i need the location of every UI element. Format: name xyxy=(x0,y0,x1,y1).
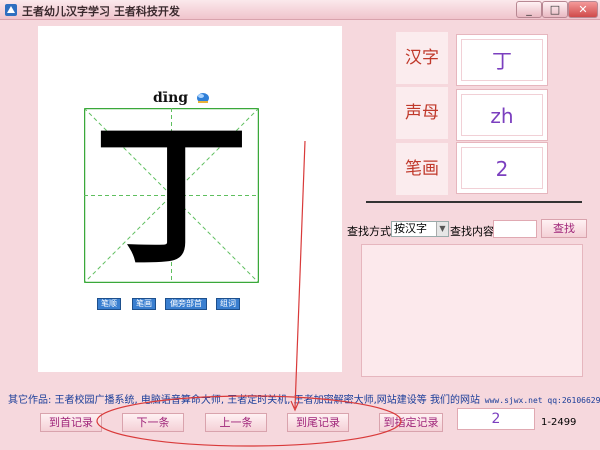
initial-label: 声母 xyxy=(396,87,448,139)
initial-value: zh xyxy=(490,104,514,128)
search-content-label: 查找内容 xyxy=(450,225,494,238)
search-button[interactable]: 查找 xyxy=(541,219,587,238)
hanzi-value: 丁 xyxy=(492,49,512,73)
next-button[interactable]: 下一条 xyxy=(122,413,184,432)
title-bar: 王者幼儿汉字学习 王者科技开发 _ □ ✕ xyxy=(0,0,600,20)
results-area[interactable] xyxy=(361,244,583,377)
strokes-value-box: 2 xyxy=(456,142,548,194)
hanzi-label: 汉字 xyxy=(396,32,448,84)
last-record-button[interactable]: 到尾记录 xyxy=(287,413,349,432)
goto-record-button[interactable]: 到指定记录 xyxy=(379,413,443,432)
footer-site[interactable]: www.sjwx.net qq:261066298 xyxy=(480,396,600,405)
search-method-select[interactable]: 按汉字 ▼ xyxy=(391,221,449,237)
footer-text: 其它作品: 王者校园广播系统, 电脑语音算命大师, 王者定时关机, 王者加密解密… xyxy=(8,391,600,406)
first-record-button[interactable]: 到首记录 xyxy=(40,413,102,432)
strokes-label: 笔画 xyxy=(396,143,448,195)
hanzi-value-box: 丁 xyxy=(456,34,548,86)
record-number-input[interactable]: 2 xyxy=(457,408,535,430)
chevron-down-icon[interactable]: ▼ xyxy=(436,222,448,236)
search-method-label: 查找方式 xyxy=(347,225,391,238)
strokes-value: 2 xyxy=(495,157,509,181)
window-title: 王者幼儿汉字学习 王者科技开发 xyxy=(22,5,180,18)
stroke-order-button[interactable]: 笔顺 xyxy=(97,298,121,310)
minimize-button[interactable]: _ xyxy=(516,1,542,18)
pinyin-label: dīng xyxy=(153,90,189,106)
initial-value-box: zh xyxy=(456,89,548,141)
word-button[interactable]: 组词 xyxy=(216,298,240,310)
radical-button[interactable]: 偏旁部首 xyxy=(165,298,207,310)
prev-button[interactable]: 上一条 xyxy=(205,413,267,432)
divider xyxy=(366,201,582,203)
close-button[interactable]: ✕ xyxy=(568,1,598,18)
record-range: 1-2499 xyxy=(541,417,577,428)
hanzi-glyph: 丁 xyxy=(94,105,249,286)
speaker-icon[interactable] xyxy=(196,92,210,104)
search-method-value: 按汉字 xyxy=(394,222,427,235)
stroke-button[interactable]: 笔画 xyxy=(132,298,156,310)
maximize-button[interactable]: □ xyxy=(542,1,568,18)
search-input[interactable] xyxy=(493,220,537,238)
footer-works: 其它作品: 王者校园广播系统, 电脑语音算命大师, 王者定时关机, 王者加密解密… xyxy=(8,395,480,406)
app-icon xyxy=(5,4,17,16)
